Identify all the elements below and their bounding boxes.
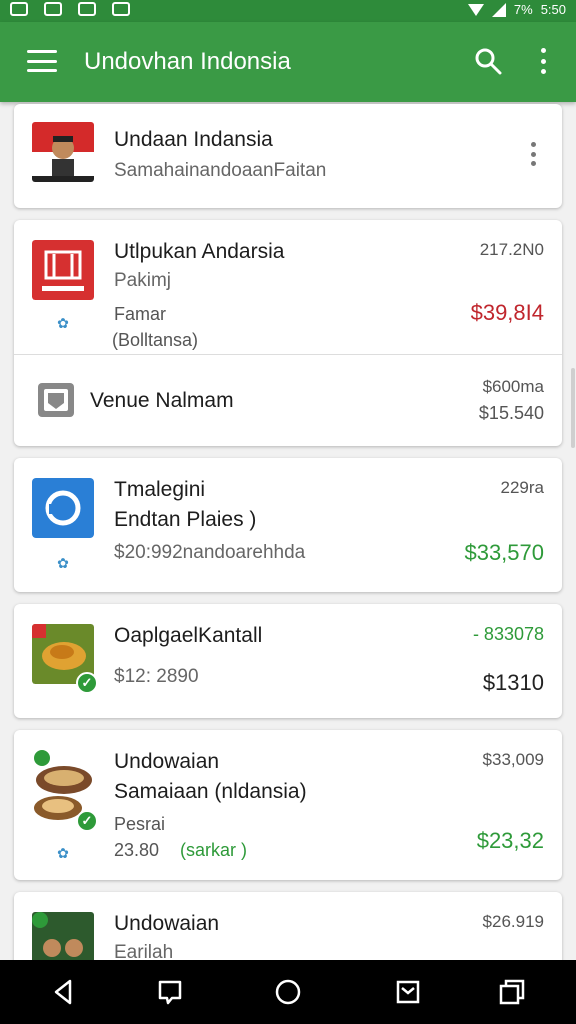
card-detail: Famar	[114, 304, 167, 324]
settings-icon: ✿	[57, 845, 69, 861]
card-amount: $39,8I4	[470, 300, 544, 325]
settings-icon: ✿	[57, 555, 69, 571]
card-amount: $23,32	[476, 828, 544, 853]
battery-text: 7%	[513, 2, 533, 17]
assistant-icon[interactable]	[156, 978, 184, 1006]
card-title: Undowaian	[114, 750, 220, 773]
wifi-icon	[467, 3, 484, 16]
tag-icon	[38, 383, 74, 417]
card-thumbnail	[32, 478, 94, 538]
list-card[interactable]: ✿ Utlpukan Andarsia Pakimj Famar (Bollta…	[14, 220, 562, 446]
card-tag: (sarkar )	[180, 840, 247, 860]
card-subtitle: Samaiaan (nldansia)	[114, 780, 307, 803]
app-title: Undovhan Indonsia	[84, 48, 291, 75]
more-options-icon[interactable]	[538, 48, 548, 74]
card-count: $33,009	[482, 750, 544, 769]
card-subtitle: Pakimj	[114, 270, 172, 291]
notification-icon	[10, 2, 28, 16]
card-title: Utlpukan Andarsia	[114, 240, 285, 263]
card-detail: $20:992nandoarehhda	[114, 542, 306, 563]
card-detail-secondary: 23.80	[114, 840, 160, 860]
card-title: Undowaian	[114, 912, 220, 935]
card-amount: $33,570	[464, 540, 544, 565]
back-icon[interactable]	[50, 978, 78, 1006]
notification-icon	[78, 2, 96, 16]
notification-icon	[44, 2, 62, 16]
card-detail: Pesrai	[114, 814, 166, 834]
card-count: - 833078	[472, 624, 544, 644]
recents-icon[interactable]	[498, 978, 526, 1006]
card-count: 217.2N0	[479, 240, 544, 259]
card-thumbnail	[32, 122, 94, 182]
navigation-bar	[0, 960, 576, 1024]
list-card[interactable]: Undaan Indansia SamahainandoaanFaitan	[14, 104, 562, 208]
clock: 5:50	[540, 2, 566, 17]
sub-row[interactable]: Venue Nalmam $600ma $15.540	[14, 355, 562, 446]
settings-icon: ✿	[57, 315, 69, 331]
card-thumbnail	[32, 240, 94, 300]
card-title: Tmalegini	[114, 478, 206, 501]
notification-icon	[112, 2, 130, 16]
card-subtitle: Endtan Plaies )	[114, 508, 257, 531]
search-icon[interactable]	[474, 47, 502, 75]
verified-check-icon: ✓	[76, 810, 98, 832]
card-more-icon[interactable]	[531, 142, 537, 166]
menu-icon[interactable]	[27, 50, 57, 72]
signal-icon	[491, 2, 506, 17]
notification-icons	[10, 2, 130, 16]
card-title: OaplgaelKantall	[114, 624, 263, 647]
card-title: Undaan Indansia	[114, 128, 273, 151]
card-subtitle: $12: 2890	[114, 666, 199, 687]
card-detail-secondary: (Bolltansa)	[112, 330, 199, 350]
card-amount: $1310	[482, 670, 544, 695]
card-count: 229ra	[500, 478, 544, 497]
sub-row-amount-top: $600ma	[482, 377, 544, 396]
app-bar: Undovhan Indonsia	[0, 22, 576, 102]
home-icon[interactable]	[274, 978, 302, 1006]
scrollbar[interactable]	[571, 368, 575, 448]
status-bar: 7% 5:50	[0, 0, 576, 22]
sub-row-amount-bottom: $15.540	[478, 403, 544, 423]
list-card[interactable]: ✿ Tmalegini Endtan Plaies ) $20:992nando…	[14, 458, 562, 592]
list-card[interactable]: ✓ OaplgaelKantall $12: 2890 - 833078 $13…	[14, 604, 562, 718]
verified-check-icon: ✓	[76, 672, 98, 694]
card-count: $26.919	[482, 912, 544, 931]
card-subtitle: SamahainandoaanFaitan	[114, 160, 327, 181]
sub-row-label: Venue Nalmam	[90, 389, 234, 412]
list-card[interactable]: ✓ ✿ Undowaian Samaiaan (nldansia) Pesrai…	[14, 730, 562, 880]
shield-icon[interactable]	[394, 978, 422, 1006]
